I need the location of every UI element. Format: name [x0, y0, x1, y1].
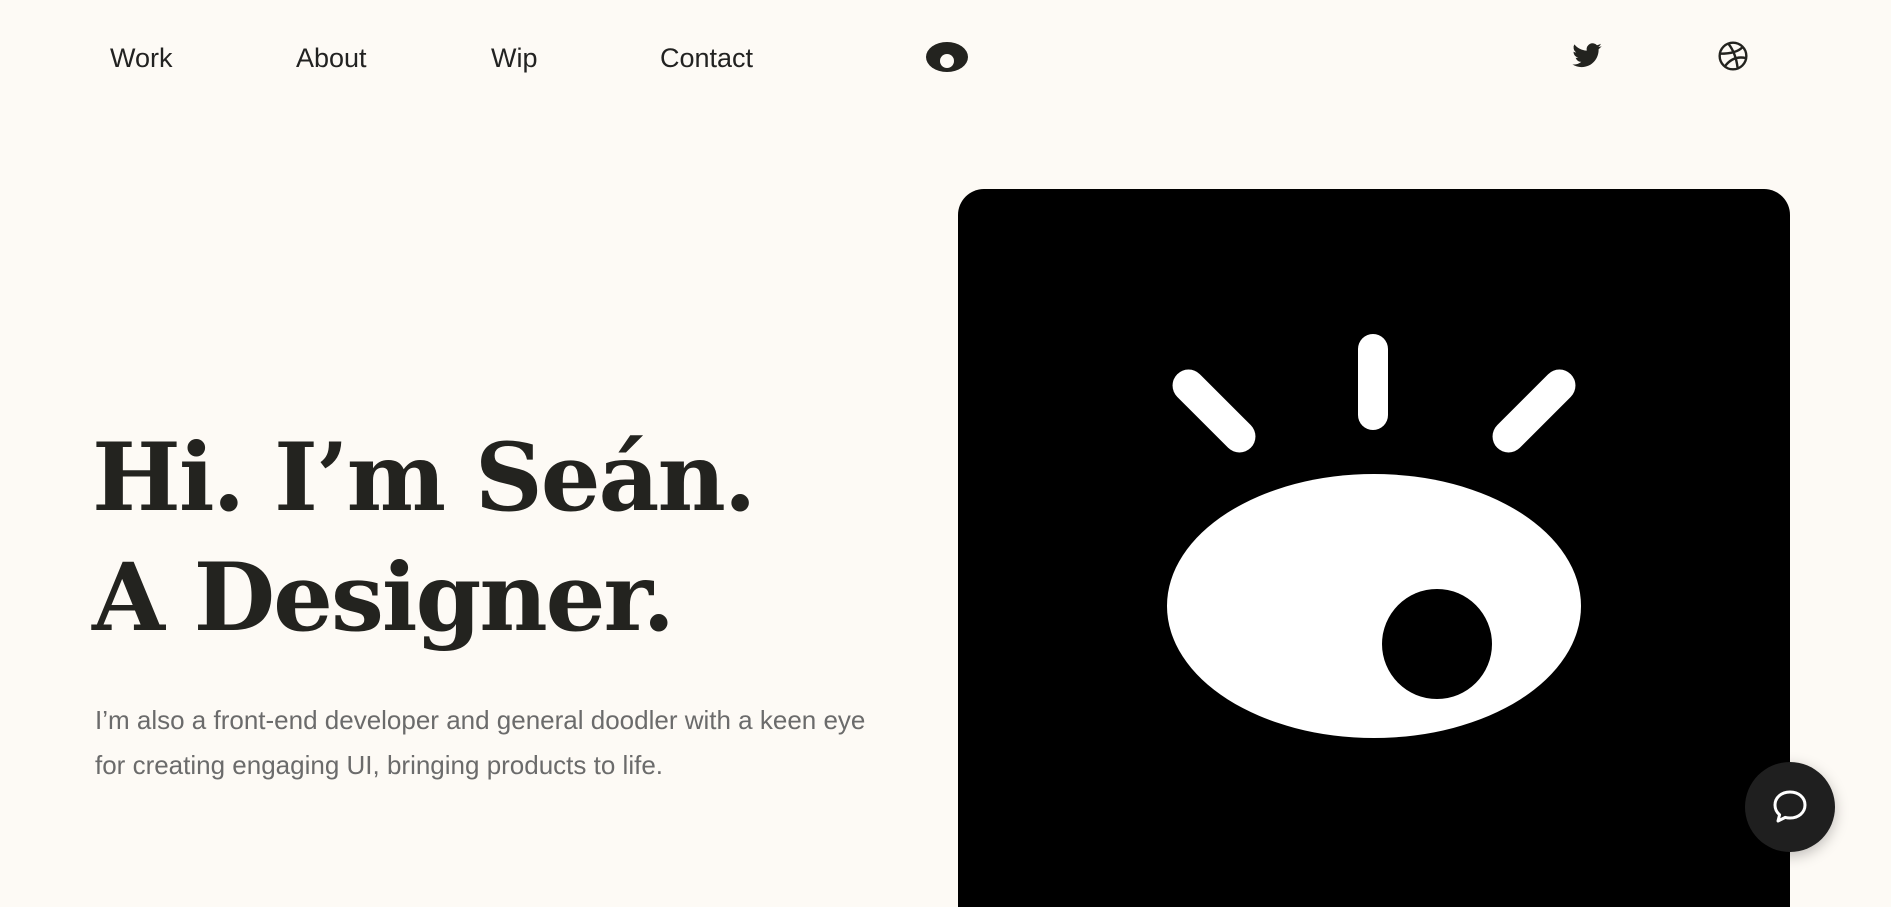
page: Work About Wip Contact Hi. I’m Seán. A D…	[0, 0, 1891, 907]
twitter-icon[interactable]	[1571, 40, 1603, 72]
nav-about-link[interactable]: About	[296, 40, 367, 76]
nav-work-link[interactable]: Work	[110, 40, 173, 76]
dribbble-icon[interactable]	[1717, 40, 1749, 72]
eye-illustration-icon	[1167, 334, 1581, 738]
nav-contact-link[interactable]: Contact	[660, 40, 753, 76]
hero-illustration-card	[958, 189, 1790, 907]
chat-button[interactable]	[1745, 762, 1835, 852]
chat-bubble-icon	[1773, 790, 1807, 823]
page-title: Hi. I’m Seán. A Designer.	[92, 418, 757, 658]
hero-title-line1: Hi. I’m Seán.	[92, 423, 757, 533]
eye-logo-icon[interactable]	[925, 40, 969, 74]
hero-title-line2: A Designer.	[92, 543, 675, 653]
nav-wip-link[interactable]: Wip	[491, 40, 538, 76]
hero-subtitle: I’m also a front-end developer and gener…	[95, 705, 866, 780]
